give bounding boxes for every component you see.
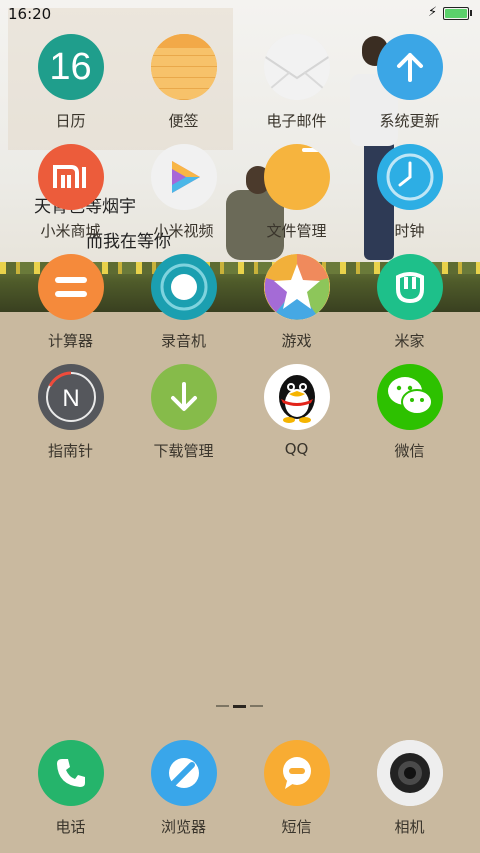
browser-app-label: 浏览器 [160,818,206,836]
camera-app-label: 相机 [394,818,425,836]
message-icon [263,740,330,806]
page-dot[interactable] [250,705,263,707]
calculator-app[interactable]: 计算器 [14,254,127,364]
notes-app[interactable]: 便签 [127,34,240,144]
dock: 电话 浏览器 短信 相机 [14,740,466,837]
page-dot[interactable] [233,705,246,708]
equals-icon [37,254,104,320]
wechat-app[interactable]: 微信 [353,364,466,474]
record-icon [150,254,217,320]
file-manager-app[interactable]: 文件管理 [240,144,353,254]
download-manager-app[interactable]: 下载管理 [127,364,240,474]
wechat-app-label: 微信 [394,442,425,460]
recorder-app-label: 录音机 [160,332,206,350]
compass-app[interactable]: N 指南针 [14,364,127,474]
browser-icon [150,740,217,806]
mi-home-icon [376,254,443,320]
calendar-app[interactable]: 16 日历 [14,34,127,144]
phone-app-label: 电话 [55,818,86,836]
compass-app-label: 指南针 [47,442,93,460]
calendar-app-label: 日历 [55,112,86,130]
mi-logo-icon [37,144,104,210]
calendar-icon: 16 [37,34,104,100]
download-manager-app-label: 下载管理 [153,442,214,460]
file-manager-app-label: 文件管理 [266,222,327,240]
recorder-app[interactable]: 录音机 [127,254,240,364]
page-dot[interactable] [216,705,229,707]
notes-icon [150,34,217,100]
star-icon [263,254,330,320]
game-app-label: 游戏 [281,332,312,350]
battery-icon [443,7,469,20]
browser-app[interactable]: 浏览器 [127,740,240,837]
qq-app[interactable]: QQ [240,364,353,474]
clock-icon [376,144,443,210]
arrow-up-icon [376,34,443,100]
messages-app[interactable]: 短信 [240,740,353,837]
folder-icon [263,144,330,210]
phone-icon [37,740,104,806]
phone-app[interactable]: 电话 [14,740,127,837]
email-app[interactable]: 电子邮件 [240,34,353,144]
mi-home-app[interactable]: 米家 [353,254,466,364]
status-bar: 16:20 ⚡ [0,0,480,28]
download-icon [150,364,217,430]
qq-app-label: QQ [284,440,309,458]
compass-icon: N [37,364,104,430]
clock-app[interactable]: 时钟 [353,144,466,254]
notes-app-label: 便签 [168,112,199,130]
clock-app-label: 时钟 [394,222,425,240]
penguin-icon [263,364,330,430]
svg-text:N: N [62,385,79,412]
camera-icon [376,740,443,806]
mi-store-app[interactable]: 小米商城 [14,144,127,254]
mi-home-app-label: 米家 [394,332,425,350]
status-time: 16:20 [8,5,52,23]
game-app[interactable]: 游戏 [240,254,353,364]
calculator-app-label: 计算器 [47,332,93,350]
camera-app[interactable]: 相机 [353,740,466,837]
video-app[interactable]: 小米视频 [127,144,240,254]
system-update-app[interactable]: 系统更新 [353,34,466,144]
mi-store-app-label: 小米商城 [40,222,101,240]
wechat-icon [376,364,443,430]
app-grid: 16 日历 便签 电子邮件 系统更新小米商城 小米视频 文件管理 时钟计算器 录音机 游戏 米家 N 指… [14,34,466,474]
video-app-label: 小米视频 [153,222,214,240]
charging-icon: ⚡ [428,5,438,20]
email-app-label: 电子邮件 [266,112,327,130]
system-update-app-label: 系统更新 [379,112,440,130]
envelope-icon [263,34,330,100]
page-indicator[interactable] [216,705,266,709]
play-icon [150,144,217,210]
messages-app-label: 短信 [281,818,312,836]
battery-tip [470,10,472,16]
battery-level [445,9,467,18]
